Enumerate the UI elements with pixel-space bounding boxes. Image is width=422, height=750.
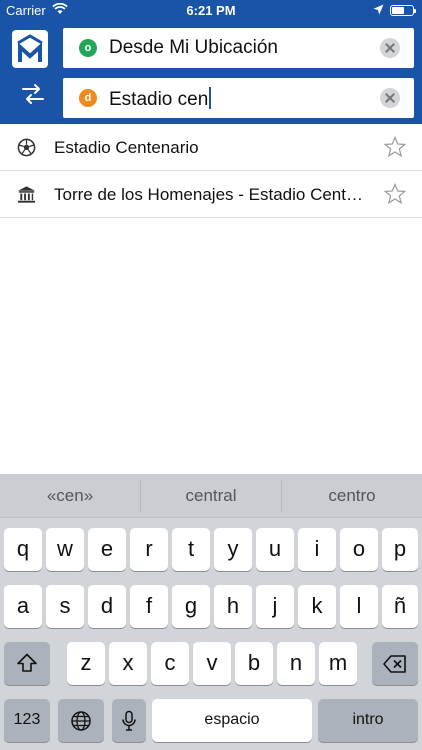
list-item[interactable]: Estadio Centenario — [0, 124, 422, 171]
key[interactable]: a — [4, 585, 42, 628]
key[interactable]: r — [130, 528, 168, 571]
star-outline-icon[interactable] — [384, 183, 406, 205]
text-caret — [209, 87, 212, 109]
key[interactable]: c — [151, 642, 189, 685]
suggestion-bar: «cen» central centro — [0, 474, 422, 518]
key[interactable]: t — [172, 528, 210, 571]
destination-field[interactable]: d Estadio cen — [63, 78, 414, 118]
key[interactable]: q — [4, 528, 42, 571]
status-bar: Carrier 6:21 PM — [0, 0, 422, 22]
battery-icon — [390, 5, 416, 16]
result-label: Torre de los Homenajes - Estadio Centena… — [54, 185, 372, 204]
key[interactable]: x — [109, 642, 147, 685]
key[interactable]: w — [46, 528, 84, 571]
key[interactable]: g — [172, 585, 210, 628]
origin-field[interactable]: o Desde Mi Ubicación — [63, 28, 414, 68]
key[interactable]: m — [319, 642, 357, 685]
key[interactable]: l — [340, 585, 378, 628]
return-key[interactable]: intro — [318, 699, 418, 742]
space-key[interactable]: espacio — [152, 699, 312, 742]
key[interactable]: b — [235, 642, 273, 685]
header-bar: Carrier 6:21 PM o Desde Mi Ubicación d E… — [0, 0, 422, 124]
key[interactable]: h — [214, 585, 252, 628]
key[interactable]: s — [46, 585, 84, 628]
key[interactable]: f — [130, 585, 168, 628]
list-item[interactable]: Torre de los Homenajes - Estadio Centena… — [0, 171, 422, 218]
key[interactable]: p — [382, 528, 418, 571]
numbers-key[interactable]: 123 — [4, 699, 50, 742]
keyboard: «cen» central centro q w e r t y u i o p… — [0, 474, 422, 750]
destination-badge: d — [79, 89, 97, 107]
destination-input-wrapper[interactable]: Estadio cen — [109, 87, 212, 111]
origin-input[interactable]: Desde Mi Ubicación — [109, 37, 278, 59]
location-arrow-icon — [373, 4, 384, 15]
key[interactable]: e — [88, 528, 126, 571]
shift-arrow-icon — [17, 653, 37, 672]
swap-icon[interactable] — [20, 81, 46, 107]
result-label: Estadio Centenario — [54, 138, 199, 157]
clear-origin-button[interactable] — [380, 38, 400, 58]
suggestion-item[interactable]: central — [141, 486, 281, 506]
star-outline-icon[interactable] — [384, 136, 406, 158]
key[interactable]: d — [88, 585, 126, 628]
clock: 6:21 PM — [186, 3, 236, 18]
origin-badge: o — [79, 39, 97, 57]
key[interactable]: ñ — [382, 585, 418, 628]
delete-key[interactable] — [372, 642, 418, 685]
soccer-ball-icon — [17, 138, 36, 157]
globe-key[interactable] — [58, 699, 104, 742]
dictation-key[interactable] — [112, 699, 146, 742]
backspace-icon — [383, 655, 406, 673]
shift-key[interactable] — [4, 642, 50, 685]
key[interactable]: z — [67, 642, 105, 685]
globe-icon — [71, 711, 91, 731]
key[interactable]: n — [277, 642, 315, 685]
key[interactable]: j — [256, 585, 294, 628]
clear-destination-button[interactable] — [380, 88, 400, 108]
key[interactable]: y — [214, 528, 252, 571]
suggestion-item[interactable]: centro — [282, 486, 422, 506]
landmark-icon — [17, 186, 36, 203]
key[interactable]: i — [298, 528, 336, 571]
destination-input[interactable]: Estadio cen — [109, 89, 208, 110]
key[interactable]: o — [340, 528, 378, 571]
suggestion-item[interactable]: «cen» — [0, 486, 140, 506]
microphone-icon — [122, 710, 136, 731]
key[interactable]: v — [193, 642, 231, 685]
key[interactable]: u — [256, 528, 294, 571]
app-logo — [12, 30, 48, 68]
key[interactable]: k — [298, 585, 336, 628]
results-list: Estadio Centenario Torre de los Homenaje… — [0, 124, 422, 218]
